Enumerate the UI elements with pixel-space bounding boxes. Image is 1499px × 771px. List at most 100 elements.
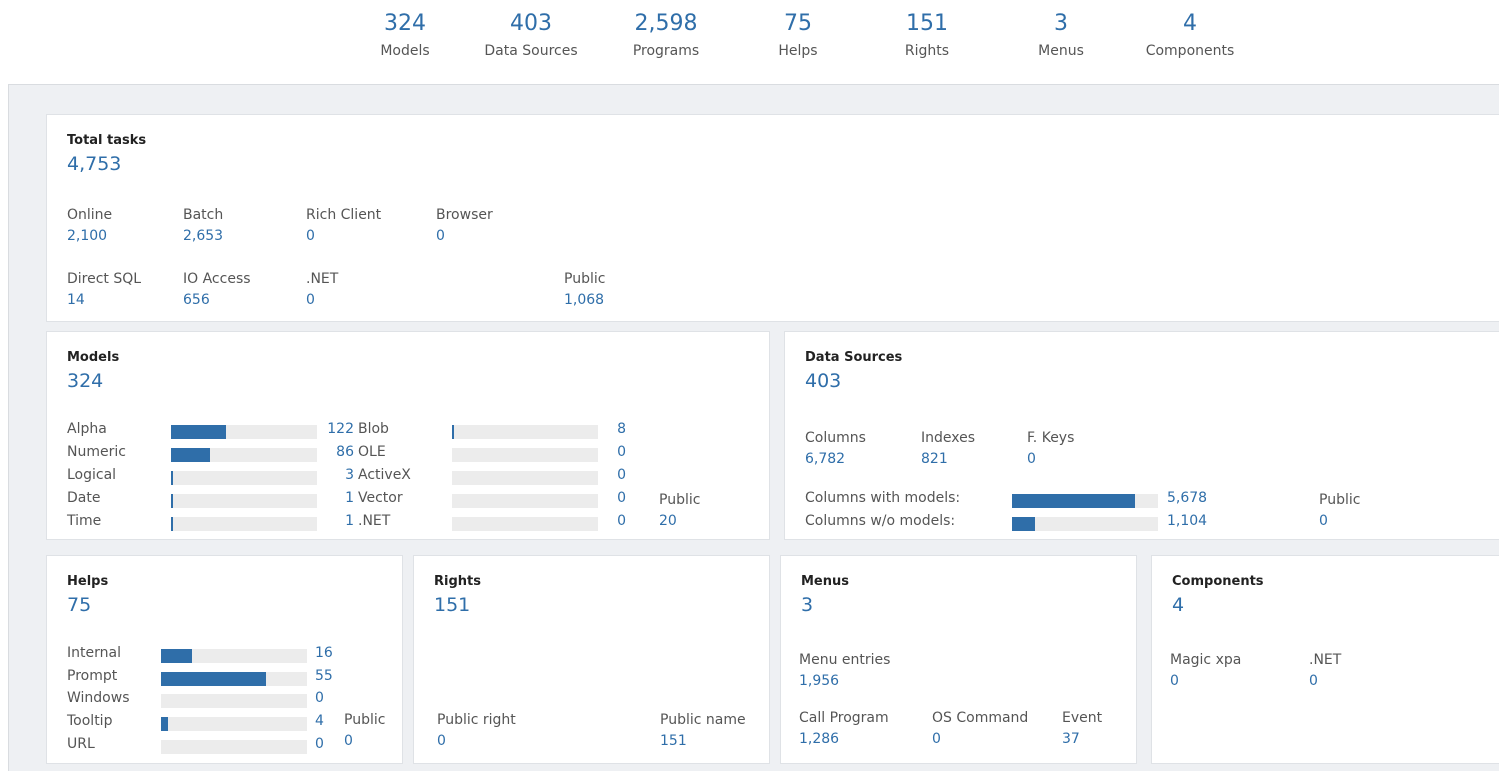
tasks-direct-sql-stat: Direct SQL 14: [67, 269, 141, 311]
menus-call-program-value[interactable]: 1,286: [799, 728, 889, 750]
tasks-dotnet-value[interactable]: 0: [306, 289, 338, 311]
tasks-direct-sql-value[interactable]: 14: [67, 289, 141, 311]
summary-programs-count: 2,598: [634, 11, 698, 36]
helps-public-label: Public: [344, 712, 386, 728]
ds-fkeys-value[interactable]: 0: [1027, 448, 1074, 470]
components-dotnet-label: .NET: [1309, 652, 1342, 668]
menus-event-label: Event: [1062, 710, 1103, 726]
models-card: Models 324 Alpha 122 Numeric 86 Logical …: [46, 331, 770, 540]
help-row-prompt[interactable]: Prompt 55: [67, 668, 337, 691]
model-row-ole[interactable]: OLE 0: [358, 444, 628, 467]
model-time-label: Time: [67, 513, 102, 529]
summary-data-sources-count: 403: [510, 11, 552, 36]
ds-without-models-bar-fill: [1012, 517, 1036, 531]
menus-call-program-label: Call Program: [799, 710, 889, 726]
tasks-online-value[interactable]: 2,100: [67, 225, 112, 247]
menus-event-value[interactable]: 37: [1062, 728, 1102, 750]
components-dotnet-value[interactable]: 0: [1309, 670, 1341, 692]
menus-os-command-value[interactable]: 0: [932, 728, 1028, 750]
ds-public-stat: Public 0: [1319, 490, 1360, 532]
help-row-windows[interactable]: Windows 0: [67, 690, 337, 713]
model-row-alpha[interactable]: Alpha 122: [67, 421, 357, 444]
menus-os-command-label: OS Command: [932, 710, 1029, 726]
model-alpha-label: Alpha: [67, 421, 107, 437]
menus-title: Menus: [801, 574, 850, 589]
model-row-date[interactable]: Date 1: [67, 490, 357, 513]
model-row-blob[interactable]: Blob 8: [358, 421, 628, 444]
model-row-logical[interactable]: Logical 3: [67, 467, 357, 490]
components-dotnet-stat: .NET 0: [1309, 650, 1341, 692]
summary-menus[interactable]: 3 Menus: [1028, 10, 1094, 60]
components-card: Components 4 Magic xpa 0 .NET 0: [1151, 555, 1499, 764]
summary-data-sources-label: Data Sources: [484, 43, 578, 59]
data-sources-title: Data Sources: [805, 350, 903, 365]
ds-public-value[interactable]: 0: [1319, 510, 1360, 532]
summary-rights[interactable]: 151 Rights: [896, 10, 958, 60]
model-logical-bar-fill: [171, 471, 173, 485]
ds-columns-value[interactable]: 6,782: [805, 448, 866, 470]
model-ole-label: OLE: [358, 444, 386, 460]
data-sources-card: Data Sources 403 Columns 6,782 Indexes 8…: [784, 331, 1499, 540]
components-magic-xpa-stat: Magic xpa 0: [1170, 650, 1241, 692]
help-url-bar: [161, 740, 307, 754]
ds-row-with-models[interactable]: Columns with models: 5,678: [805, 490, 1245, 513]
menus-entries-value[interactable]: 1,956: [799, 670, 890, 692]
model-vector-bar: [452, 494, 598, 508]
rights-public-name-label: Public name: [660, 712, 746, 728]
help-prompt-label: Prompt: [67, 668, 118, 684]
model-vector-label: Vector: [358, 490, 403, 506]
ds-columns-label: Columns: [805, 430, 866, 446]
model-alpha-bar-fill: [171, 425, 227, 439]
model-row-time[interactable]: Time 1: [67, 513, 357, 536]
help-prompt-value: 55: [315, 668, 333, 684]
rights-public-name-value[interactable]: 151: [660, 730, 746, 752]
tasks-browser-label: Browser: [436, 207, 493, 223]
help-row-tooltip[interactable]: Tooltip 4: [67, 713, 337, 736]
summary-helps[interactable]: 75 Helps: [770, 10, 826, 60]
model-date-bar: [171, 494, 317, 508]
models-public-value[interactable]: 20: [659, 510, 700, 532]
data-sources-count: 403: [805, 370, 842, 392]
tasks-direct-sql-label: Direct SQL: [67, 271, 142, 287]
model-row-activex[interactable]: ActiveX 0: [358, 467, 628, 490]
help-row-url[interactable]: URL 0: [67, 736, 337, 759]
tasks-io-access-stat: IO Access 656: [183, 269, 251, 311]
tasks-io-access-value[interactable]: 656: [183, 289, 251, 311]
tasks-browser-value[interactable]: 0: [436, 225, 493, 247]
menus-card: Menus 3 Menu entries 1,956 Call Program …: [780, 555, 1137, 764]
components-magic-xpa-value[interactable]: 0: [1170, 670, 1241, 692]
summary-models[interactable]: 324 Models: [373, 10, 437, 60]
tasks-public-value[interactable]: 1,068: [564, 289, 605, 311]
summary-helps-label: Helps: [778, 43, 818, 59]
tasks-io-access-label: IO Access: [183, 271, 251, 287]
helps-public-value[interactable]: 0: [344, 730, 385, 752]
ds-without-models-label: Columns w/o models:: [805, 513, 956, 529]
model-logical-label: Logical: [67, 467, 117, 483]
help-row-internal[interactable]: Internal 16: [67, 645, 337, 668]
help-tooltip-bar: [161, 717, 307, 731]
ds-without-models-value: 1,104: [1167, 513, 1208, 529]
model-activex-label: ActiveX: [358, 467, 411, 483]
model-row-dotnet[interactable]: .NET 0: [358, 513, 628, 536]
rights-public-right-value[interactable]: 0: [437, 730, 516, 752]
menus-os-command-stat: OS Command 0: [932, 708, 1028, 750]
summary-menus-label: Menus: [1038, 43, 1084, 59]
help-prompt-bar: [161, 672, 307, 686]
rights-public-right-stat: Public right 0: [437, 710, 516, 752]
model-time-bar-fill: [171, 517, 173, 531]
help-tooltip-label: Tooltip: [67, 713, 113, 729]
summary-components[interactable]: 4 Components: [1135, 10, 1245, 60]
tasks-rich-client-value[interactable]: 0: [306, 225, 381, 247]
summary-programs[interactable]: 2,598 Programs: [620, 10, 712, 60]
model-blob-value: 8: [617, 421, 626, 437]
help-internal-value: 16: [315, 645, 333, 661]
model-logical-bar: [171, 471, 317, 485]
summary-data-sources[interactable]: 403 Data Sources: [476, 10, 586, 60]
model-row-numeric[interactable]: Numeric 86: [67, 444, 357, 467]
tasks-online-stat: Online 2,100: [67, 205, 112, 247]
model-row-vector[interactable]: Vector 0: [358, 490, 628, 513]
ds-indexes-value[interactable]: 821: [921, 448, 975, 470]
components-magic-xpa-label: Magic xpa: [1170, 652, 1242, 668]
tasks-batch-value[interactable]: 2,653: [183, 225, 223, 247]
ds-row-without-models[interactable]: Columns w/o models: 1,104: [805, 513, 1245, 536]
